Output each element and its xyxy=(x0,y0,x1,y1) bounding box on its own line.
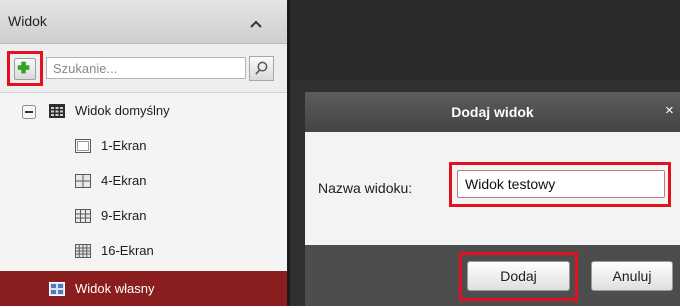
dialog-title: Dodaj widok xyxy=(451,104,534,120)
highlight-box xyxy=(449,162,671,207)
layout-4-icon xyxy=(75,174,91,188)
layout-9-icon xyxy=(75,209,91,223)
layout-16-icon xyxy=(75,244,91,258)
tree-item-label: Widok domyślny xyxy=(75,103,170,118)
tree-item-label: 9-Ekran xyxy=(101,208,147,223)
layout-1-icon xyxy=(75,139,91,153)
tree-item-default-view[interactable]: Widok domyślny xyxy=(0,93,287,128)
view-name-label: Nazwa widoku: xyxy=(318,180,413,196)
collapse-minus-icon[interactable] xyxy=(22,105,36,119)
search-icon xyxy=(255,61,268,75)
tree-item-16-screen[interactable]: 16-Ekran xyxy=(0,233,287,268)
highlight-box xyxy=(7,51,43,86)
tree-item-label: 16-Ekran xyxy=(101,243,154,258)
panel-header: Widok xyxy=(0,0,287,44)
cancel-button[interactable]: Anuluj xyxy=(591,261,673,291)
custom-view-icon xyxy=(49,282,65,296)
dialog-body: Nazwa widoku: xyxy=(305,132,680,245)
tree-item-label: 1-Ekran xyxy=(101,138,147,153)
view-panel: Widok Szukanie... Widok domyślny 1-Ekran… xyxy=(0,0,287,306)
view-tree: Widok domyślny 1-Ekran 4-Ekran 9-Ekran 1… xyxy=(0,93,287,306)
live-view-toolbar-area xyxy=(290,0,680,80)
search-button[interactable] xyxy=(249,56,274,81)
add-view-dialog: Dodaj widok × Nazwa widoku: Dodaj Anuluj xyxy=(305,92,680,306)
tree-item-custom-view[interactable]: Widok własny xyxy=(0,271,287,306)
tree-item-label: 4-Ekran xyxy=(101,173,147,188)
close-icon[interactable]: × xyxy=(665,102,674,119)
highlight-box xyxy=(459,252,578,301)
tree-item-9-screen[interactable]: 9-Ekran xyxy=(0,198,287,233)
panel-title: Widok xyxy=(8,13,47,29)
tree-item-4-screen[interactable]: 4-Ekran xyxy=(0,163,287,198)
search-input[interactable] xyxy=(46,57,246,79)
tree-item-label: Widok własny xyxy=(75,281,155,296)
tree-item-1-screen[interactable]: 1-Ekran xyxy=(0,128,287,163)
chevron-up-icon[interactable] xyxy=(250,20,262,28)
dialog-titlebar[interactable]: Dodaj widok × xyxy=(305,92,680,132)
grid-view-icon xyxy=(49,104,65,118)
